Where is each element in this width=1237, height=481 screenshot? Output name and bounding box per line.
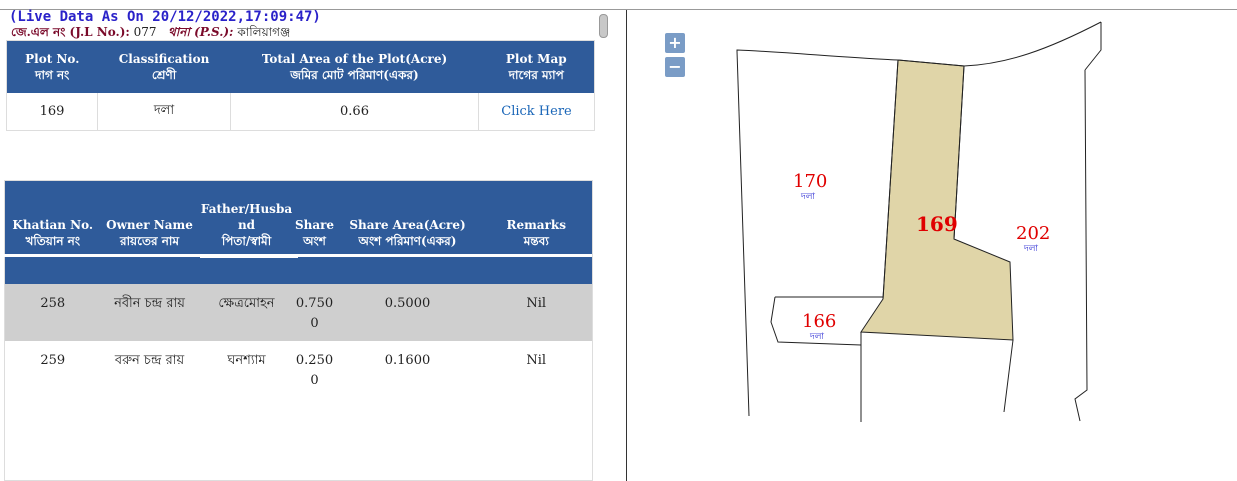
jl-label: জে.এল নং (J.L No.): — [11, 25, 130, 39]
table-row: 258 নবীন চন্দ্র রায় ক্ষেত্রমোহন 0.750 0 … — [4, 284, 593, 341]
plot-170-class: দলা — [801, 192, 816, 202]
father-cell: ক্ষেত্রমোহন — [198, 284, 295, 341]
ps-value: কালিয়াগঞ্জ — [237, 25, 291, 39]
khatian-cell: 259 — [4, 341, 101, 398]
jl-value: 077 — [133, 25, 157, 39]
owner-cell: নবীন চন্দ্র রায় — [100, 284, 199, 341]
father-cell: ঘনশ্যাম — [198, 341, 295, 398]
header-underline — [4, 254, 592, 257]
plot-map-header: Plot Map দাগের ম্যাপ — [478, 40, 595, 93]
jl-ps-line: জে.এল নং (J.L No.): 077 থানা (P.S.): কাল… — [11, 25, 290, 39]
father-header-separator — [200, 255, 298, 258]
remarks-cell: Nil — [480, 341, 593, 398]
live-data-timestamp: (Live Data As On 20/12/2022,17:09:47) — [9, 9, 321, 25]
plot-info-table: Plot No. দাগ নং Classification শ্রেণী Tota… — [6, 40, 595, 131]
classification-header: Classification শ্রেণী — [97, 40, 231, 93]
khatian-cell: 258 — [4, 284, 101, 341]
share-cell: 0.250 0 — [294, 341, 335, 398]
classification-cell: দলা — [97, 93, 231, 131]
share-area-cell: 0.5000 — [334, 284, 481, 341]
plot-table-header: Plot No. দাগ নং Classification শ্রেণী Tota… — [6, 40, 595, 93]
share-cell: 0.750 0 — [294, 284, 335, 341]
owner-table-header: Khatian No. খতিয়ান নং Owner Name রায়তের … — [4, 180, 593, 284]
plot-no-cell: 169 — [6, 93, 98, 131]
plot-202-class: দলা — [1024, 244, 1039, 254]
remarks-header: Remarks মন্তব্য — [480, 180, 593, 284]
owner-cell: বরুন চন্দ্র রায় — [100, 341, 199, 398]
plot-map-canvas — [736, 21, 1102, 422]
owner-name-header: Owner Name রায়তের নাম — [100, 180, 199, 284]
khatian-header: Khatian No. খতিয়ান নং — [4, 180, 101, 284]
share-area-header: Share Area(Acre) অংশ পরিমাণ(একর) — [334, 180, 481, 284]
owner-table: Khatian No. খতিয়ান নং Owner Name রায়তের … — [4, 180, 593, 481]
area-cell: 0.66 — [230, 93, 479, 131]
plot-map[interactable]: + − 170 দলা 169 202 দলা 166 দলা — [627, 10, 1237, 481]
remarks-cell: Nil — [480, 284, 593, 341]
details-panel: (Live Data As On 20/12/2022,17:09:47) জে… — [0, 10, 626, 481]
plot-169-label: 169 — [916, 212, 958, 236]
father-header: Father/Husba nd পিতা/স্বামী — [198, 180, 295, 284]
share-area-cell: 0.1600 — [334, 341, 481, 398]
plot-169-shape — [860, 59, 1014, 341]
plot-map-cell: Click Here — [479, 93, 595, 131]
table-row: 169 দলা 0.66 Click Here — [6, 93, 595, 131]
table-row: 259 বরুন চন্দ্র রায় ঘনশ্যাম 0.250 0 0.16… — [4, 341, 593, 398]
table-filler — [5, 398, 593, 481]
ps-label: থানা (P.S.): — [168, 25, 234, 39]
total-area-header: Total Area of the Plot(Acre) জমির মোট পরি… — [230, 40, 479, 93]
plot-map-link[interactable]: Click Here — [501, 104, 572, 119]
scrollbar-thumb[interactable] — [599, 14, 608, 38]
plot-no-header: Plot No. দাগ নং — [6, 40, 98, 93]
plot-166-class: দলা — [810, 332, 825, 342]
share-header: Share অংশ — [294, 180, 335, 284]
